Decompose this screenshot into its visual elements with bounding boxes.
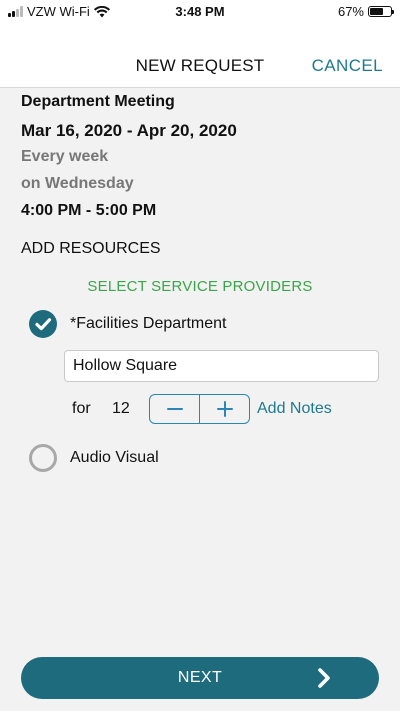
status-bar: VZW Wi-Fi 3:48 PM 67% — [0, 0, 400, 24]
select-providers-label: SELECT SERVICE PROVIDERS — [87, 278, 313, 295]
event-recurrence: Every week — [21, 148, 109, 165]
increment-button[interactable] — [199, 395, 249, 423]
chevron-right-icon — [318, 668, 330, 688]
plus-icon — [216, 401, 233, 417]
event-name: Department Meeting — [21, 93, 175, 110]
provider-checkbox-audio-visual[interactable] — [29, 444, 57, 472]
battery-icon — [368, 6, 394, 17]
provider-label-facilities[interactable]: *Facilities Department — [70, 315, 227, 333]
for-label: for — [72, 400, 91, 417]
section-title: ADD RESOURCES — [21, 240, 161, 257]
next-button[interactable]: NEXT — [21, 657, 379, 699]
battery-percent: 67% — [337, 4, 364, 19]
provider-label-audio-visual[interactable]: Audio Visual — [70, 449, 159, 467]
quantity-value: 12 — [112, 400, 130, 417]
event-time-range: 4:00 PM - 5:00 PM — [21, 202, 157, 219]
checkmark-icon — [35, 318, 52, 331]
event-recurrence-day: on Wednesday — [21, 175, 134, 192]
nav-bar: NEW REQUEST CANCEL — [0, 24, 400, 88]
setup-style-input[interactable] — [64, 350, 379, 382]
cancel-button[interactable]: CANCEL — [312, 56, 383, 76]
minus-icon — [166, 408, 183, 410]
battery-fill — [370, 8, 384, 15]
event-date-range: Mar 16, 2020 - Apr 20, 2020 — [21, 121, 237, 140]
decrement-button[interactable] — [150, 395, 199, 423]
quantity-stepper — [149, 394, 250, 424]
add-notes-link[interactable]: Add Notes — [257, 400, 332, 418]
status-right: 67% — [337, 4, 394, 19]
provider-checkbox-facilities[interactable] — [29, 310, 57, 338]
